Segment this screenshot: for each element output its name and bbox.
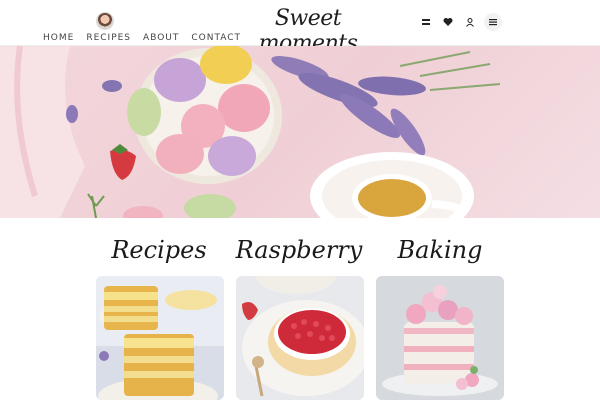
site-header: HOME RECIPES ABOUT CONTACT Sweet moments <box>0 0 600 56</box>
section-title-recipes[interactable]: Recipes <box>95 236 223 264</box>
header-icons <box>418 13 502 31</box>
main-nav: HOME RECIPES ABOUT CONTACT <box>43 33 241 43</box>
nav-recipes[interactable]: RECIPES <box>86 33 131 43</box>
card-lemon-cake[interactable] <box>96 276 224 400</box>
menu-icon[interactable] <box>484 13 502 31</box>
section-title-baking[interactable]: Baking <box>376 236 504 264</box>
filter-icon[interactable] <box>418 14 434 30</box>
nav-about[interactable]: ABOUT <box>143 33 179 43</box>
card-raspberry-tart[interactable] <box>236 276 364 400</box>
section-baking: Baking <box>376 236 504 264</box>
user-icon[interactable] <box>462 14 478 30</box>
section-recipes: Recipes <box>95 236 223 264</box>
card-floral-cake[interactable] <box>376 276 504 400</box>
heart-icon[interactable] <box>440 14 456 30</box>
nav-contact[interactable]: CONTACT <box>191 33 241 43</box>
hero-image <box>0 46 600 218</box>
section-raspberry: Raspberry <box>235 236 363 264</box>
section-title-raspberry[interactable]: Raspberry <box>235 236 363 264</box>
avatar[interactable] <box>96 12 114 30</box>
nav-home[interactable]: HOME <box>43 33 74 43</box>
